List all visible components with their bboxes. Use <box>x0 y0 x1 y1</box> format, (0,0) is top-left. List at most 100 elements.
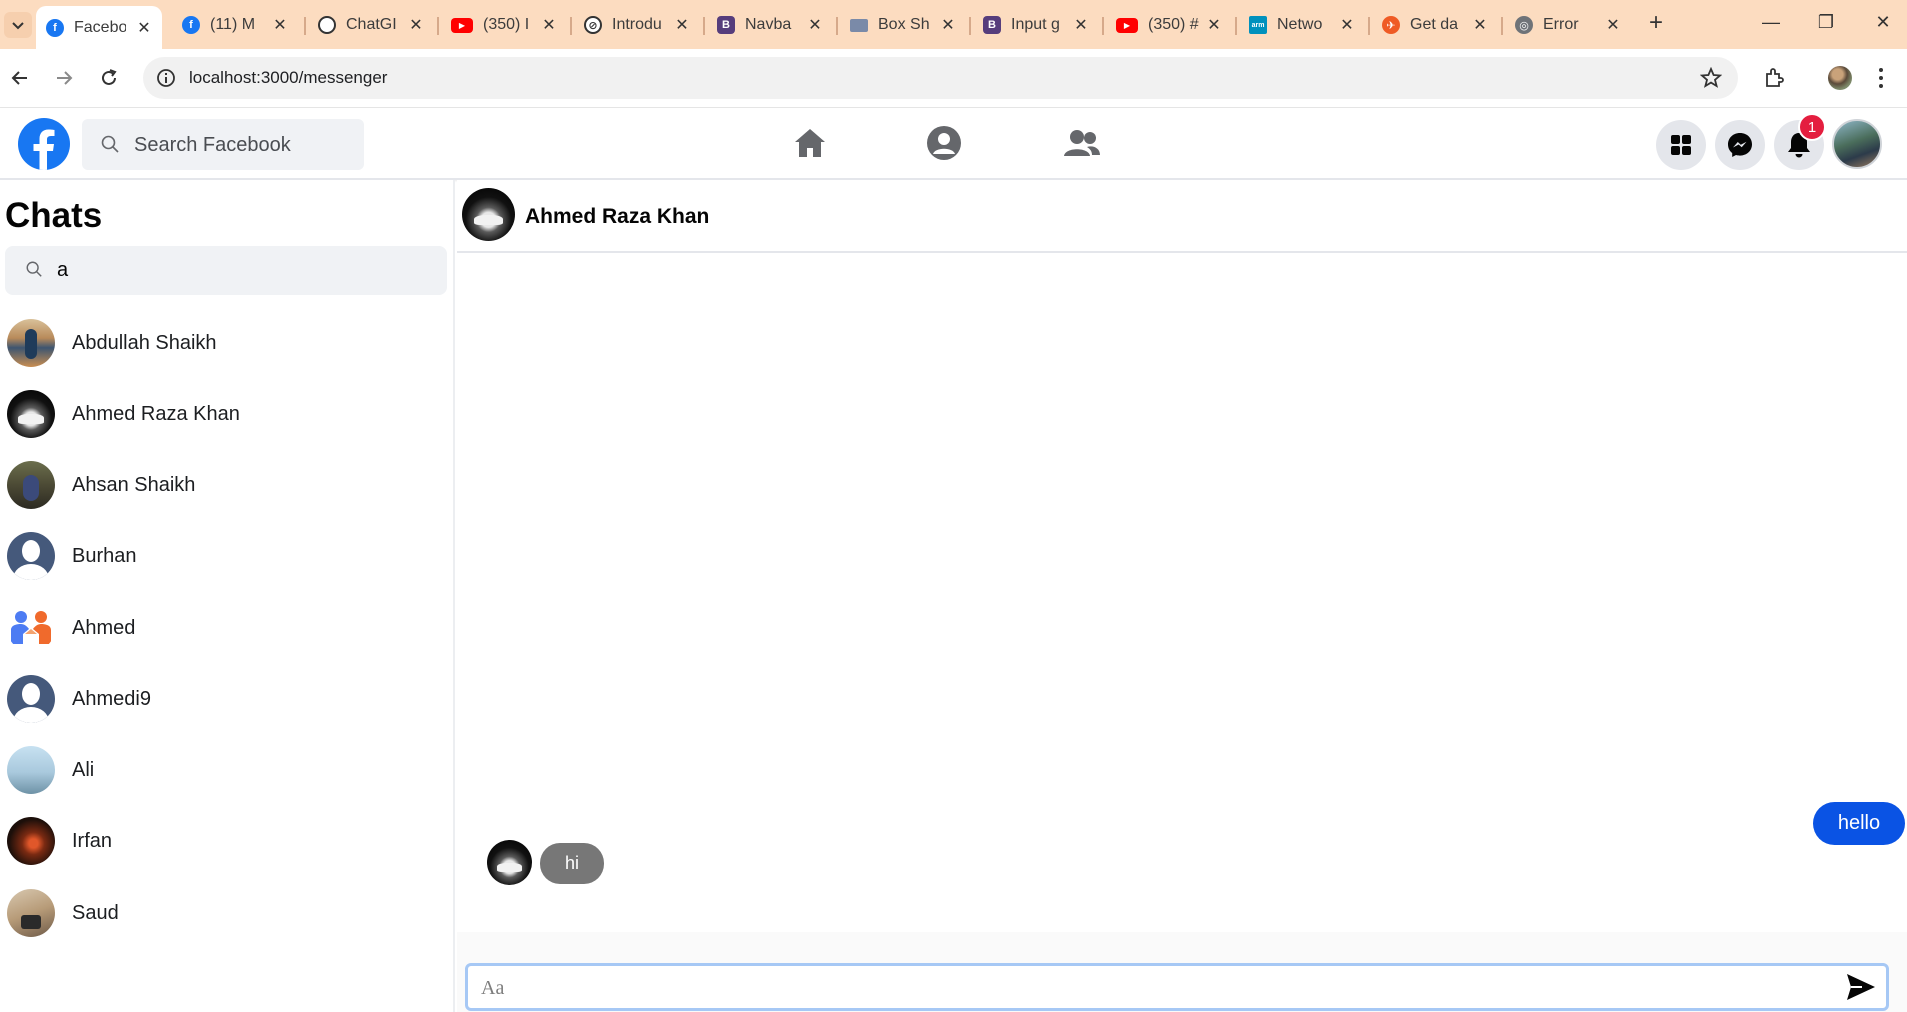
sender-avatar <box>487 840 532 885</box>
chat-name: Burhan <box>72 544 137 567</box>
close-tab-icon[interactable]: ✕ <box>807 15 823 35</box>
tab-divider <box>1368 17 1370 35</box>
browser-tab-5[interactable]: B Navba ✕ <box>707 7 833 43</box>
default-avatar <box>7 532 55 580</box>
notification-count-badge: 1 <box>1798 113 1826 141</box>
chat-list-item[interactable]: Saud <box>0 881 452 945</box>
close-tab-icon[interactable]: ✕ <box>408 15 424 35</box>
chat-list-item[interactable]: Burhan <box>0 524 452 588</box>
avatar <box>7 319 55 367</box>
chat-list-item[interactable]: Ahmed <box>0 596 452 660</box>
browser-tab-0[interactable]: f Facebo ✕ <box>36 6 162 49</box>
tab-title: (350) I <box>483 16 530 33</box>
chat-list-item[interactable]: Ahmed Raza Khan <box>0 382 452 446</box>
chat-list-item[interactable]: Ahmedi9 <box>0 667 452 731</box>
reload-button[interactable] <box>97 66 121 90</box>
tab-title: Error <box>1543 16 1579 33</box>
chats-title: Chats <box>5 196 103 235</box>
browser-tab-4[interactable]: ⊘ Introdu ✕ <box>574 7 700 43</box>
chatgpt-favicon-icon <box>318 16 336 34</box>
extensions-puzzle-icon[interactable] <box>1762 66 1786 90</box>
postman-favicon-icon: ✈ <box>1382 16 1400 34</box>
avatar <box>7 461 55 509</box>
avatar <box>7 390 55 438</box>
incoming-message-bubble: hi <box>540 843 604 884</box>
contact-avatar[interactable] <box>462 188 515 241</box>
browser-tab-2[interactable]: ChatGI ✕ <box>308 7 434 43</box>
profile-nav-button[interactable] <box>924 123 964 163</box>
restore-window-button[interactable]: ❐ <box>1814 12 1838 33</box>
home-icon <box>795 129 825 157</box>
account-avatar[interactable] <box>1832 119 1882 169</box>
chat-list-item[interactable]: Ahsan Shaikh <box>0 453 452 517</box>
bookmark-star-icon[interactable] <box>1700 67 1722 89</box>
browser-tab-7[interactable]: B Input g ✕ <box>973 7 1099 43</box>
facebook-logo-icon[interactable] <box>18 118 70 170</box>
chat-list-item[interactable]: Abdullah Shaikh <box>0 311 452 375</box>
tab-divider <box>570 17 572 35</box>
new-tab-button[interactable]: + <box>1645 11 1667 35</box>
chat-search-box[interactable] <box>5 246 447 295</box>
browser-tab-3[interactable]: ▶ (350) I ✕ <box>441 7 567 43</box>
tab-divider <box>437 17 439 35</box>
browser-tab-9[interactable]: arm Netwo ✕ <box>1239 7 1365 43</box>
messenger-button[interactable] <box>1715 120 1765 170</box>
close-tab-icon[interactable]: ✕ <box>272 15 288 35</box>
tab-title: Get da <box>1410 16 1459 33</box>
reload-icon <box>102 69 117 85</box>
chat-list-item[interactable]: Irfan <box>0 809 452 873</box>
chat-name: Ahmed <box>72 616 136 639</box>
chat-name: Ahsan Shaikh <box>72 473 196 496</box>
tab-title: Box Sh <box>878 16 930 33</box>
facebook-favicon-icon: f <box>46 18 64 37</box>
tab-search-button[interactable] <box>4 12 32 38</box>
forward-button[interactable] <box>52 66 76 90</box>
back-button[interactable] <box>8 66 32 90</box>
conversation-header: Ahmed Raza Khan <box>457 180 1907 253</box>
home-nav-button[interactable] <box>790 123 830 163</box>
tab-title: (11) M <box>210 16 256 33</box>
messenger-icon <box>1728 133 1752 157</box>
browser-tab-10[interactable]: ✈ Get da ✕ <box>1372 7 1498 43</box>
message-composer[interactable] <box>465 963 1889 1011</box>
friends-avatar-icon <box>7 604 55 652</box>
friends-nav-button[interactable] <box>1062 123 1102 163</box>
close-tab-icon[interactable]: ✕ <box>674 15 690 35</box>
tab-divider <box>1235 17 1237 35</box>
close-tab-icon[interactable]: ✕ <box>1339 15 1355 35</box>
browser-menu-icon[interactable] <box>1877 66 1885 90</box>
globe-favicon-icon: ◎ <box>1515 16 1533 34</box>
browser-tab-1[interactable]: f (11) M ✕ <box>172 7 298 43</box>
facebook-search-box[interactable]: Search Facebook <box>82 119 364 170</box>
send-button[interactable] <box>1845 971 1877 1003</box>
avatar <box>7 746 55 794</box>
tab-title: Input g <box>1011 16 1060 33</box>
browser-tab-6[interactable]: Box Sh ✕ <box>840 7 966 43</box>
grid-icon <box>1671 135 1691 155</box>
site-info-icon[interactable] <box>156 68 176 88</box>
browser-tab-11[interactable]: ◎ Error ✕ <box>1505 7 1631 43</box>
chat-list-item[interactable]: Ali <box>0 738 452 802</box>
close-tab-icon[interactable]: ✕ <box>1605 15 1621 35</box>
address-bar[interactable]: localhost:3000/messenger <box>143 57 1738 99</box>
tab-title: (350) # <box>1148 16 1199 33</box>
close-tab-icon[interactable]: ✕ <box>1206 15 1222 35</box>
message-input[interactable] <box>481 974 1781 1002</box>
close-tab-icon[interactable]: ✕ <box>541 15 557 35</box>
tab-title: Navba <box>745 16 792 33</box>
minimize-window-button[interactable]: — <box>1759 12 1783 33</box>
close-window-button[interactable]: ✕ <box>1871 12 1895 33</box>
browser-tab-8[interactable]: ▶ (350) # ✕ <box>1106 7 1232 43</box>
chat-name: Saud <box>72 901 119 924</box>
chat-search-input[interactable] <box>57 256 417 284</box>
close-tab-icon[interactable]: ✕ <box>940 15 956 35</box>
browser-profile-avatar[interactable] <box>1828 66 1852 90</box>
url-text[interactable]: localhost:3000/messenger <box>189 68 387 88</box>
close-tab-icon[interactable]: ✕ <box>1073 15 1089 35</box>
arrow-right-icon <box>57 71 73 85</box>
close-tab-icon[interactable]: ✕ <box>136 18 152 38</box>
chat-name: Ali <box>72 758 95 781</box>
menu-grid-button[interactable] <box>1656 120 1706 170</box>
contact-name[interactable]: Ahmed Raza Khan <box>525 205 709 229</box>
close-tab-icon[interactable]: ✕ <box>1472 15 1488 35</box>
